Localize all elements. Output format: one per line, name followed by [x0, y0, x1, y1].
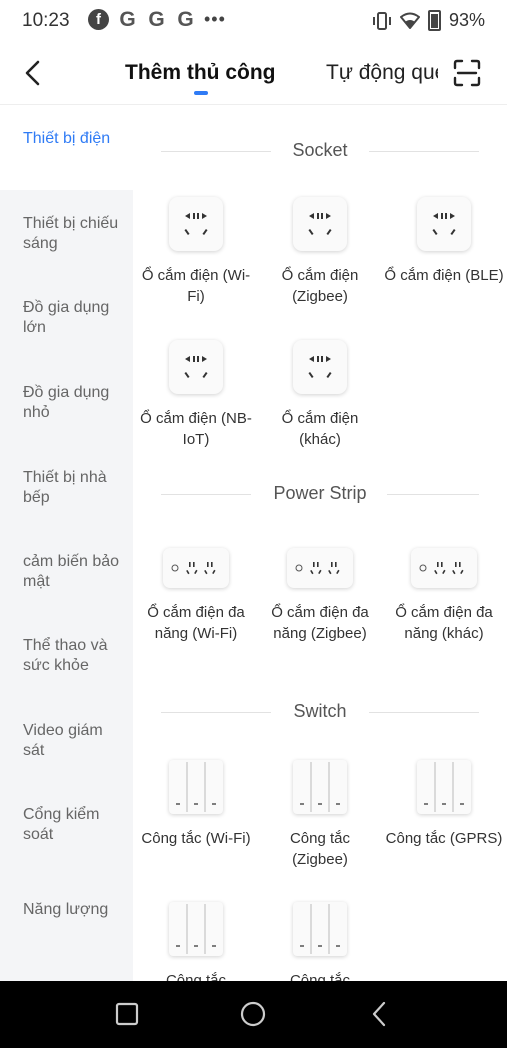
- device-socket-wifi[interactable]: Ổ cắm điện (Wi-Fi): [136, 197, 256, 307]
- device-switch-4[interactable]: Công tắc: [136, 902, 256, 981]
- status-time: 10:23: [22, 10, 70, 31]
- google-icon: G: [148, 7, 165, 31]
- socket-icon: [169, 340, 223, 394]
- device-strip-zigbee[interactable]: Ổ cắm điện đa năng (Zigbee): [260, 541, 380, 644]
- device-socket-other[interactable]: Ổ cắm điện (khác): [260, 340, 380, 450]
- sidebar-item-lighting[interactable]: Thiết bị chiếu sáng: [0, 190, 133, 275]
- sidebar-item-gateway[interactable]: Cổng kiểm soát: [0, 785, 133, 870]
- device-socket-zigbee[interactable]: Ổ cắm điện (Zigbee): [260, 197, 380, 307]
- google-icon: G: [119, 7, 136, 31]
- wifi-icon: [399, 12, 420, 29]
- system-nav-bar: [0, 981, 507, 1048]
- sidebar-item-small-appliances[interactable]: Đồ gia dụng nhỏ: [0, 360, 133, 445]
- home-icon[interactable]: [238, 999, 268, 1029]
- socket-icon: [417, 197, 471, 251]
- sidebar-item-electrical[interactable]: Thiết bị điện: [0, 105, 133, 190]
- socket-icon: [293, 340, 347, 394]
- sidebar-item-video-surveillance[interactable]: Video giám sát: [0, 700, 133, 785]
- back-arrow-icon[interactable]: [20, 58, 48, 88]
- device-switch-zigbee[interactable]: Công tắc (Zigbee): [260, 760, 380, 870]
- tab-auto-scan[interactable]: Tự động quét: [326, 61, 438, 85]
- section-header-socket: Socket: [161, 140, 479, 164]
- battery-level: 93%: [448, 10, 485, 30]
- section-title: Power Strip: [273, 483, 367, 503]
- device-switch-gprs[interactable]: Công tắc (GPRS): [384, 760, 504, 849]
- device-list: Socket Ổ cắm điện (Wi-Fi) Ổ cắm điện (Zi…: [133, 105, 507, 981]
- wall-switch-icon: [293, 760, 347, 814]
- vibrate-icon: [372, 11, 391, 30]
- category-sidebar: Thiết bị điện Thiết bị chiếu sáng Đồ gia…: [0, 105, 133, 981]
- sidebar-item-energy[interactable]: Năng lượng: [0, 870, 133, 955]
- device-socket-nbiot[interactable]: Ổ cắm điện (NB-IoT): [136, 340, 256, 450]
- sidebar-item-sports-health[interactable]: Thể thao và sức khỏe: [0, 615, 133, 700]
- section-header-switch: Switch: [161, 701, 479, 725]
- section-title: Switch: [293, 701, 347, 721]
- battery-icon: [427, 10, 441, 31]
- tab-active-indicator: [194, 91, 208, 95]
- scan-icon[interactable]: [453, 59, 481, 87]
- back-nav-icon[interactable]: [365, 999, 395, 1029]
- power-strip-icon: [163, 548, 229, 588]
- section-header-power-strip: Power Strip: [161, 483, 479, 507]
- power-strip-icon: [287, 548, 353, 588]
- device-switch-wifi[interactable]: Công tắc (Wi-Fi): [136, 760, 256, 849]
- recent-apps-icon[interactable]: [112, 999, 142, 1029]
- sidebar-item-security-sensors[interactable]: cảm biến bảo mật: [0, 530, 133, 615]
- notification-icons: f G G G •••: [88, 7, 226, 31]
- device-strip-other[interactable]: Ổ cắm điện đa năng (khác): [384, 541, 504, 644]
- tab-manual-add[interactable]: Thêm thủ công: [125, 61, 276, 85]
- device-socket-ble[interactable]: Ổ cắm điện (BLE): [384, 197, 504, 286]
- status-bar: 10:23 f G G G ••• 93%: [0, 0, 507, 44]
- section-title: Socket: [292, 140, 348, 160]
- google-icon: G: [177, 7, 194, 31]
- device-switch-5[interactable]: Công tắc: [260, 902, 380, 981]
- status-right: 93%: [372, 10, 485, 31]
- facebook-icon: f: [88, 9, 109, 30]
- socket-icon: [169, 197, 223, 251]
- power-strip-icon: [411, 548, 477, 588]
- socket-icon: [293, 197, 347, 251]
- wall-switch-icon: [293, 902, 347, 956]
- wall-switch-icon: [169, 902, 223, 956]
- sidebar-item-kitchen[interactable]: Thiết bị nhà bếp: [0, 445, 133, 530]
- wall-switch-icon: [417, 760, 471, 814]
- more-notifications-icon: •••: [204, 9, 226, 29]
- header: Thêm thủ công Tự động quét: [0, 44, 507, 105]
- sidebar-item-large-appliances[interactable]: Đồ gia dụng lớn: [0, 275, 133, 360]
- wall-switch-icon: [169, 760, 223, 814]
- device-strip-wifi[interactable]: Ổ cắm điện đa năng (Wi-Fi): [136, 541, 256, 644]
